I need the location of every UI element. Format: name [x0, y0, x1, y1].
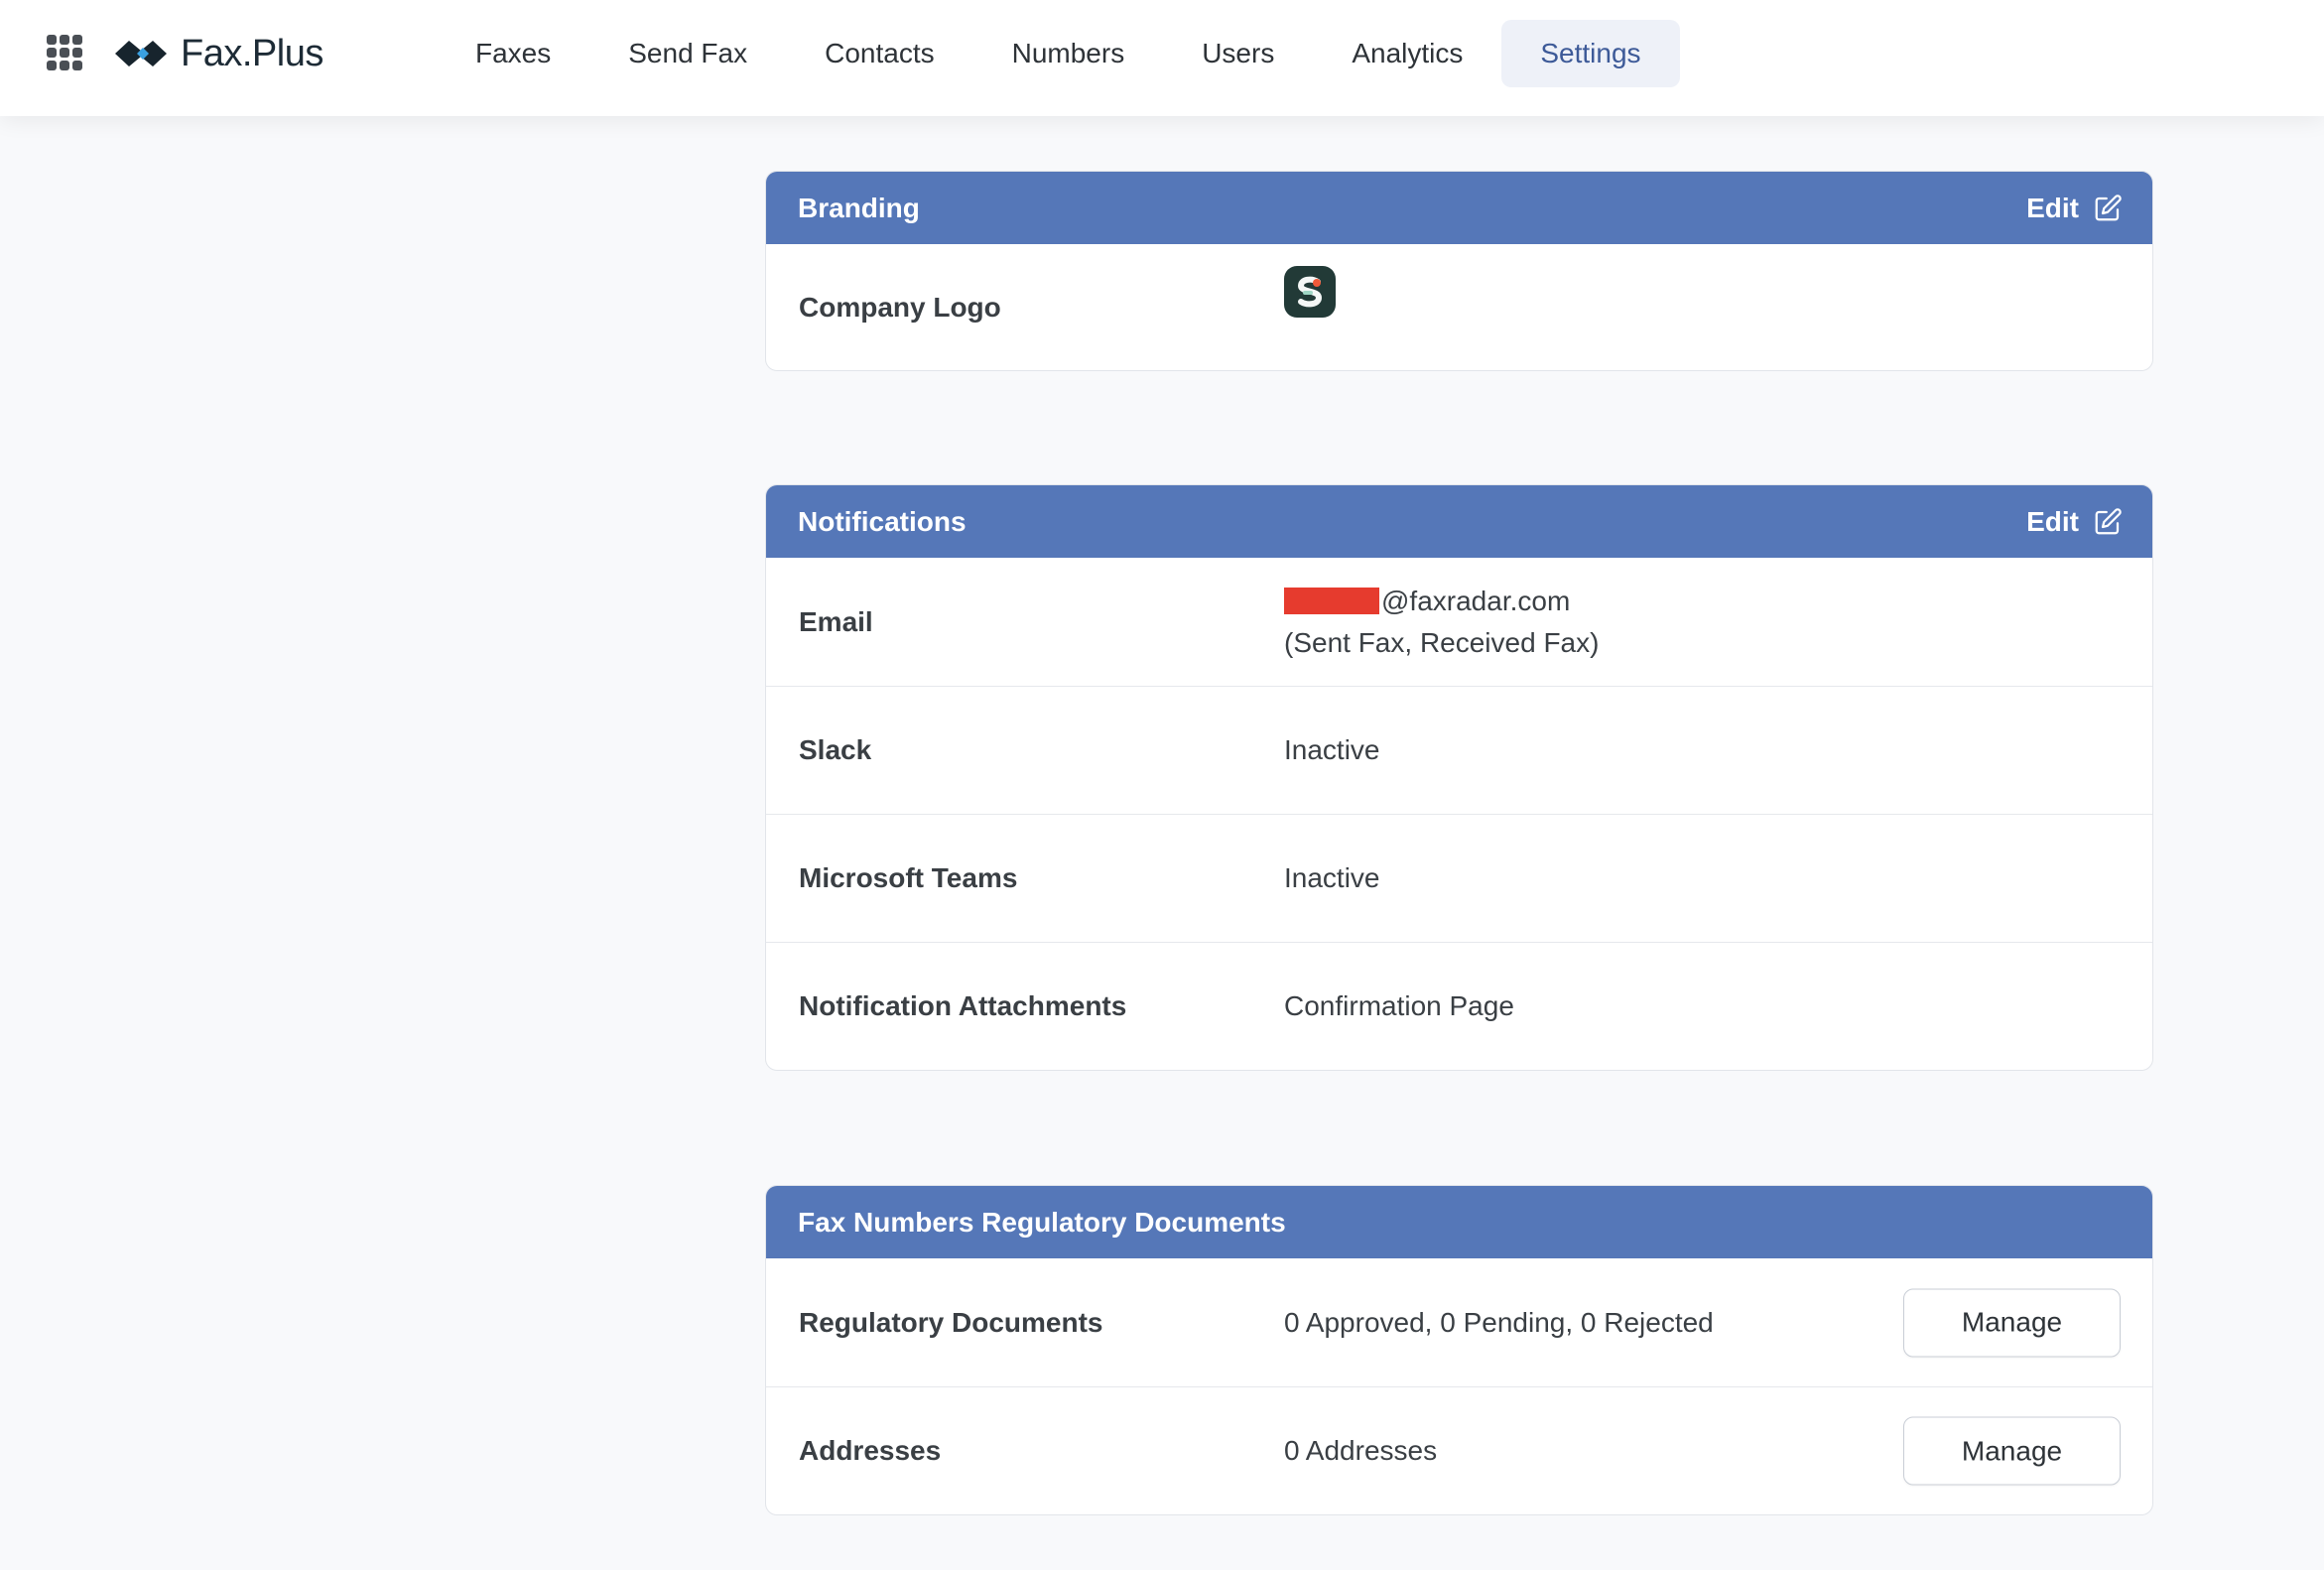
teams-row: Microsoft Teams Inactive [766, 814, 2152, 942]
fax-plus-logo-icon [115, 41, 167, 66]
teams-label: Microsoft Teams [799, 862, 1018, 893]
attachments-row: Notification Attachments Confirmation Pa… [766, 942, 2152, 1070]
notifications-title: Notifications [798, 505, 967, 537]
company-logo-row: Company Logo [766, 244, 2152, 370]
regulatory-documents-status: 0 Approved, 0 Pending, 0 Rejected [1284, 1306, 1714, 1338]
nav-analytics[interactable]: Analytics [1313, 20, 1501, 87]
company-logo-image [1284, 265, 1336, 318]
regulatory-documents-label: Regulatory Documents [799, 1306, 1103, 1338]
email-domain: @faxradar.com [1381, 585, 1571, 616]
teams-status: Inactive [1284, 862, 1380, 893]
manage-addresses-button[interactable]: Manage [1903, 1416, 2121, 1486]
regulatory-documents-row: Regulatory Documents 0 Approved, 0 Pendi… [766, 1258, 2152, 1386]
addresses-label: Addresses [799, 1435, 942, 1466]
branding-header: Branding Edit [766, 172, 2152, 244]
addresses-count: 0 Addresses [1284, 1435, 1438, 1466]
nav-users[interactable]: Users [1163, 20, 1313, 87]
edit-icon [2095, 194, 2122, 220]
nav-contacts[interactable]: Contacts [786, 20, 973, 87]
company-logo-s-icon [1297, 276, 1323, 307]
regulatory-title: Fax Numbers Regulatory Documents [798, 1206, 1286, 1238]
regulatory-header: Fax Numbers Regulatory Documents [766, 1186, 2152, 1258]
branding-edit-button[interactable]: Edit [2026, 193, 2123, 224]
email-row: Email @faxradar.com (Sent Fax, Received … [766, 558, 2152, 686]
notifications-edit-button[interactable]: Edit [2026, 506, 2123, 538]
email-value: @faxradar.com (Sent Fax, Received Fax) [1284, 581, 1599, 664]
slack-label: Slack [799, 734, 872, 765]
email-label: Email [799, 605, 873, 637]
regulatory-documents-card: Fax Numbers Regulatory Documents Regulat… [765, 1185, 2153, 1515]
addresses-row: Addresses 0 Addresses Manage [766, 1386, 2152, 1514]
redacted-email-local-part [1284, 587, 1379, 614]
nav-settings[interactable]: Settings [1501, 20, 1680, 87]
notifications-card: Notifications Edit Email @faxradar.com (… [765, 484, 2153, 1071]
main-nav: Faxes Send Fax Contacts Numbers Users An… [437, 20, 1680, 87]
slack-status: Inactive [1284, 734, 1380, 765]
brand-logo[interactable]: Fax.Plus [113, 28, 323, 79]
app-launcher-grid-icon[interactable] [47, 35, 82, 70]
attachments-label: Notification Attachments [799, 990, 1127, 1021]
email-events: (Sent Fax, Received Fax) [1284, 626, 1600, 658]
edit-icon [2095, 507, 2122, 534]
branding-title: Branding [798, 192, 920, 223]
edit-label: Edit [2026, 192, 2079, 223]
top-navigation-bar: Fax.Plus Faxes Send Fax Contacts Numbers… [0, 0, 2324, 116]
manage-regulatory-documents-button[interactable]: Manage [1903, 1288, 2121, 1357]
brand-name: Fax.Plus [181, 32, 323, 74]
company-logo-label: Company Logo [799, 291, 1001, 323]
branding-card: Branding Edit Company Logo [765, 171, 2153, 371]
nav-send-fax[interactable]: Send Fax [589, 20, 786, 87]
nav-faxes[interactable]: Faxes [437, 20, 589, 87]
notifications-header: Notifications Edit [766, 485, 2152, 558]
edit-label: Edit [2026, 505, 2079, 537]
attachments-value: Confirmation Page [1284, 990, 1514, 1021]
slack-row: Slack Inactive [766, 686, 2152, 814]
nav-numbers[interactable]: Numbers [973, 20, 1164, 87]
